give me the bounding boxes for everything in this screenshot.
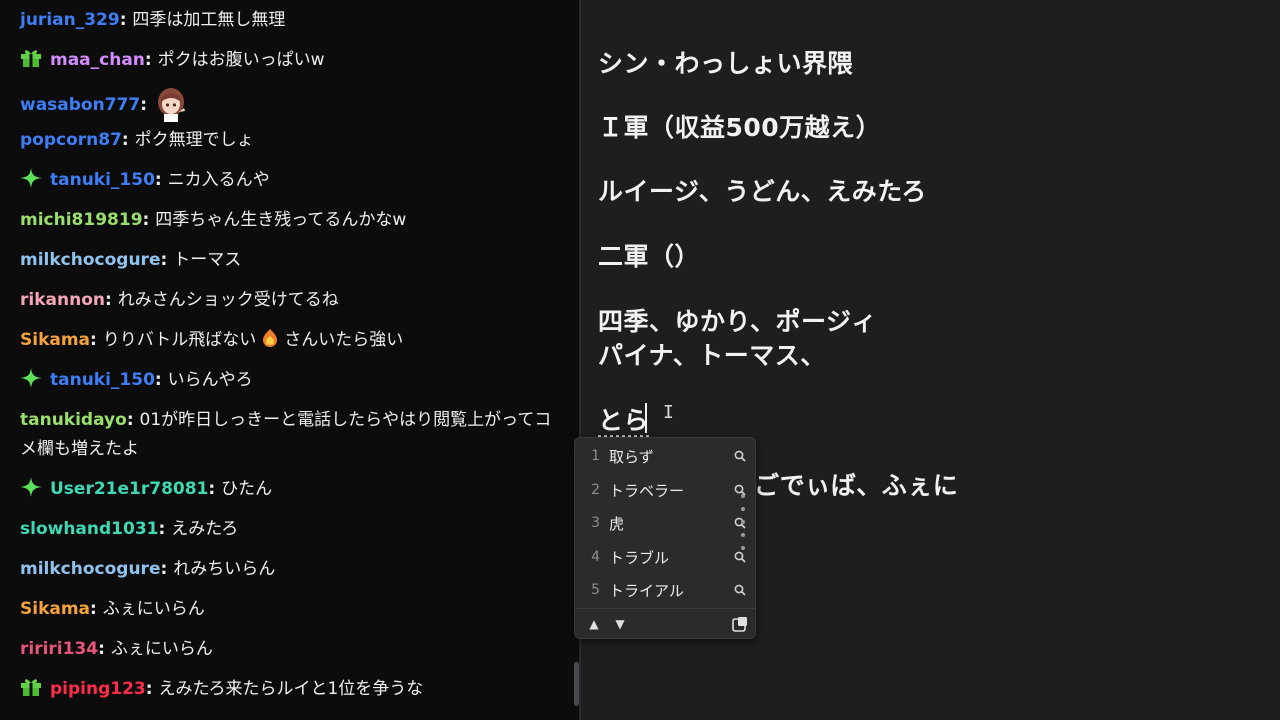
ibeam-cursor-icon: I bbox=[663, 402, 674, 423]
chat-message: Sikama: ふぇにいらん bbox=[20, 599, 205, 619]
ime-candidate[interactable]: 2 トラベラー bbox=[575, 473, 755, 507]
chat-text: ニカ入るんや bbox=[167, 170, 270, 190]
ime-footer: ▲ ▼ bbox=[575, 608, 755, 638]
fire-heart-emote-icon bbox=[263, 329, 278, 347]
chat-message: ririri134: ふぇにいらん bbox=[20, 639, 213, 659]
chat-username[interactable]: milkchocogure bbox=[20, 250, 160, 270]
anime-girl-emote-icon bbox=[157, 88, 185, 122]
chat-message: piping123: えみたろ来たらルイと1位を争うな bbox=[20, 675, 560, 704]
memo-line: ごでぃば、ふぇに bbox=[754, 471, 959, 500]
chat-message: maa_chan: ポクはお腹いっぱいw bbox=[20, 46, 560, 75]
chat-username[interactable]: Sikama bbox=[20, 330, 90, 350]
chat-message: tanuki_150: いらんやろ bbox=[20, 366, 560, 395]
chat-text: りりバトル飛ばない bbox=[102, 330, 257, 350]
gift-badge-icon bbox=[21, 50, 41, 67]
chat-message: tanuki_150: ニカ入るんや bbox=[20, 166, 560, 195]
candidate-text: トラブル bbox=[609, 548, 670, 567]
chat-username[interactable]: ririri134 bbox=[20, 639, 98, 659]
chat-message: milkchocogure: トーマス bbox=[20, 250, 242, 270]
chat-message: User21e1r78081: ひたん bbox=[20, 475, 560, 504]
search-icon[interactable] bbox=[725, 450, 755, 462]
chat-text: トーマス bbox=[173, 250, 242, 270]
candidate-text: トライアル bbox=[609, 581, 684, 600]
chat-message: tanukidayo: 01が昨日しっきーと電話したらやはり閲覧上がってコメ欄も… bbox=[20, 410, 552, 459]
chat-message: michi819819: 四季ちゃん生き残ってるんかなw bbox=[20, 210, 407, 230]
chat-text: ひたん bbox=[221, 479, 273, 499]
chat-text: えみたろ bbox=[171, 519, 239, 539]
chat-text: ふぇにいらん bbox=[110, 639, 213, 659]
candidate-text: トラベラー bbox=[609, 481, 685, 500]
chat-username[interactable]: tanuki_150 bbox=[50, 170, 155, 190]
gift-badge-icon bbox=[21, 679, 41, 696]
chat-text: えみたろ来たらルイと1位を争うな bbox=[158, 679, 424, 699]
chat-text: ポクはお腹いっぱいw bbox=[157, 50, 325, 70]
memo-line: 二軍（） bbox=[598, 242, 701, 271]
candidate-number: 4 bbox=[591, 549, 600, 565]
chat-text: さんいたら強い bbox=[284, 330, 404, 350]
chat-username[interactable]: tanuki_150 bbox=[50, 370, 155, 390]
candidate-text: 取らず bbox=[609, 447, 654, 466]
chat-username[interactable]: tanukidayo bbox=[20, 410, 127, 430]
chat-username[interactable]: popcorn87 bbox=[20, 130, 122, 150]
chat-message: popcorn87: ポク無理でしょ bbox=[20, 130, 254, 150]
candidate-number: 2 bbox=[591, 482, 600, 498]
candidate-number: 5 bbox=[591, 582, 600, 598]
chat-text: いらんやろ bbox=[167, 370, 253, 390]
chat-panel: jurian_329: 四季は加工無し無理 maa_chan: ポクはお腹いっぱ… bbox=[0, 0, 579, 720]
memo-line: パイナ、トーマス、 bbox=[598, 341, 826, 370]
chat-username[interactable]: User21e1r78081 bbox=[50, 479, 208, 499]
ime-candidate[interactable]: 4 トラブル bbox=[575, 540, 755, 574]
chat-text: 四季は加工無し無理 bbox=[132, 10, 286, 30]
chat-username[interactable]: maa_chan bbox=[50, 50, 145, 70]
chat-username[interactable]: michi819819 bbox=[20, 210, 143, 230]
chat-message: slowhand1031: えみたろ bbox=[20, 519, 239, 539]
chat-text: れみさんショック受けてるね bbox=[117, 290, 339, 310]
chat-message: wasabon777: bbox=[20, 86, 560, 122]
candidate-number: 1 bbox=[591, 448, 600, 464]
chat-username[interactable]: milkchocogure bbox=[20, 559, 160, 579]
chat-username[interactable]: piping123 bbox=[50, 679, 146, 699]
chat-message: Sikama: りりバトル飛ばない さんいたら強い bbox=[20, 326, 560, 355]
chat-text: ふぇにいらん bbox=[102, 599, 205, 619]
chat-username[interactable]: jurian_329 bbox=[20, 10, 120, 30]
text-caret bbox=[645, 403, 647, 433]
expand-candidates-icon[interactable] bbox=[732, 616, 748, 632]
chat-username[interactable]: wasabon777 bbox=[20, 95, 140, 115]
chat-username[interactable]: slowhand1031 bbox=[20, 519, 159, 539]
candidate-page-dots bbox=[740, 494, 746, 554]
chat-message: milkchocogure: れみちいらん bbox=[20, 559, 276, 579]
next-candidate-arrow-icon[interactable]: ▼ bbox=[613, 617, 627, 631]
chat-text: ポク無理でしょ bbox=[134, 130, 254, 150]
chat-username[interactable]: Sikama bbox=[20, 599, 90, 619]
previous-candidate-arrow-icon[interactable]: ▲ bbox=[587, 617, 601, 631]
memo-line: 四季、ゆかり、ポージィ bbox=[598, 307, 878, 336]
candidate-number: 3 bbox=[591, 515, 600, 531]
memo-line: シン・わっしょい界隈 bbox=[598, 49, 854, 78]
ime-candidate[interactable]: 1 取らず bbox=[575, 439, 755, 473]
sparkle-badge-icon bbox=[20, 368, 42, 388]
memo-line: Ｉ軍（収益500万越え） bbox=[598, 113, 882, 142]
ime-composition-text: とら bbox=[598, 406, 650, 435]
search-icon[interactable] bbox=[725, 584, 755, 596]
ime-candidate[interactable]: 3 虎 bbox=[575, 506, 755, 540]
sparkle-badge-icon bbox=[20, 477, 42, 497]
chat-username[interactable]: rikannon bbox=[20, 290, 105, 310]
chat-message: rikannon: れみさんショック受けてるね bbox=[20, 290, 339, 310]
chat-text: れみちいらん bbox=[173, 559, 276, 579]
chat-text: 四季ちゃん生き残ってるんかなw bbox=[155, 210, 407, 230]
sparkle-badge-icon bbox=[20, 168, 42, 188]
candidate-text: 虎 bbox=[609, 514, 625, 533]
ime-candidate[interactable]: 5 トライアル bbox=[575, 573, 755, 607]
ime-candidate-window: 1 取らず 2 トラベラー 3 虎 4 トラブル 5 トライアル ▲ ▼ bbox=[574, 437, 756, 639]
memo-line: ルイージ、うどん、えみたろ bbox=[598, 177, 927, 206]
chat-message: jurian_329: 四季は加工無し無理 bbox=[20, 10, 286, 30]
